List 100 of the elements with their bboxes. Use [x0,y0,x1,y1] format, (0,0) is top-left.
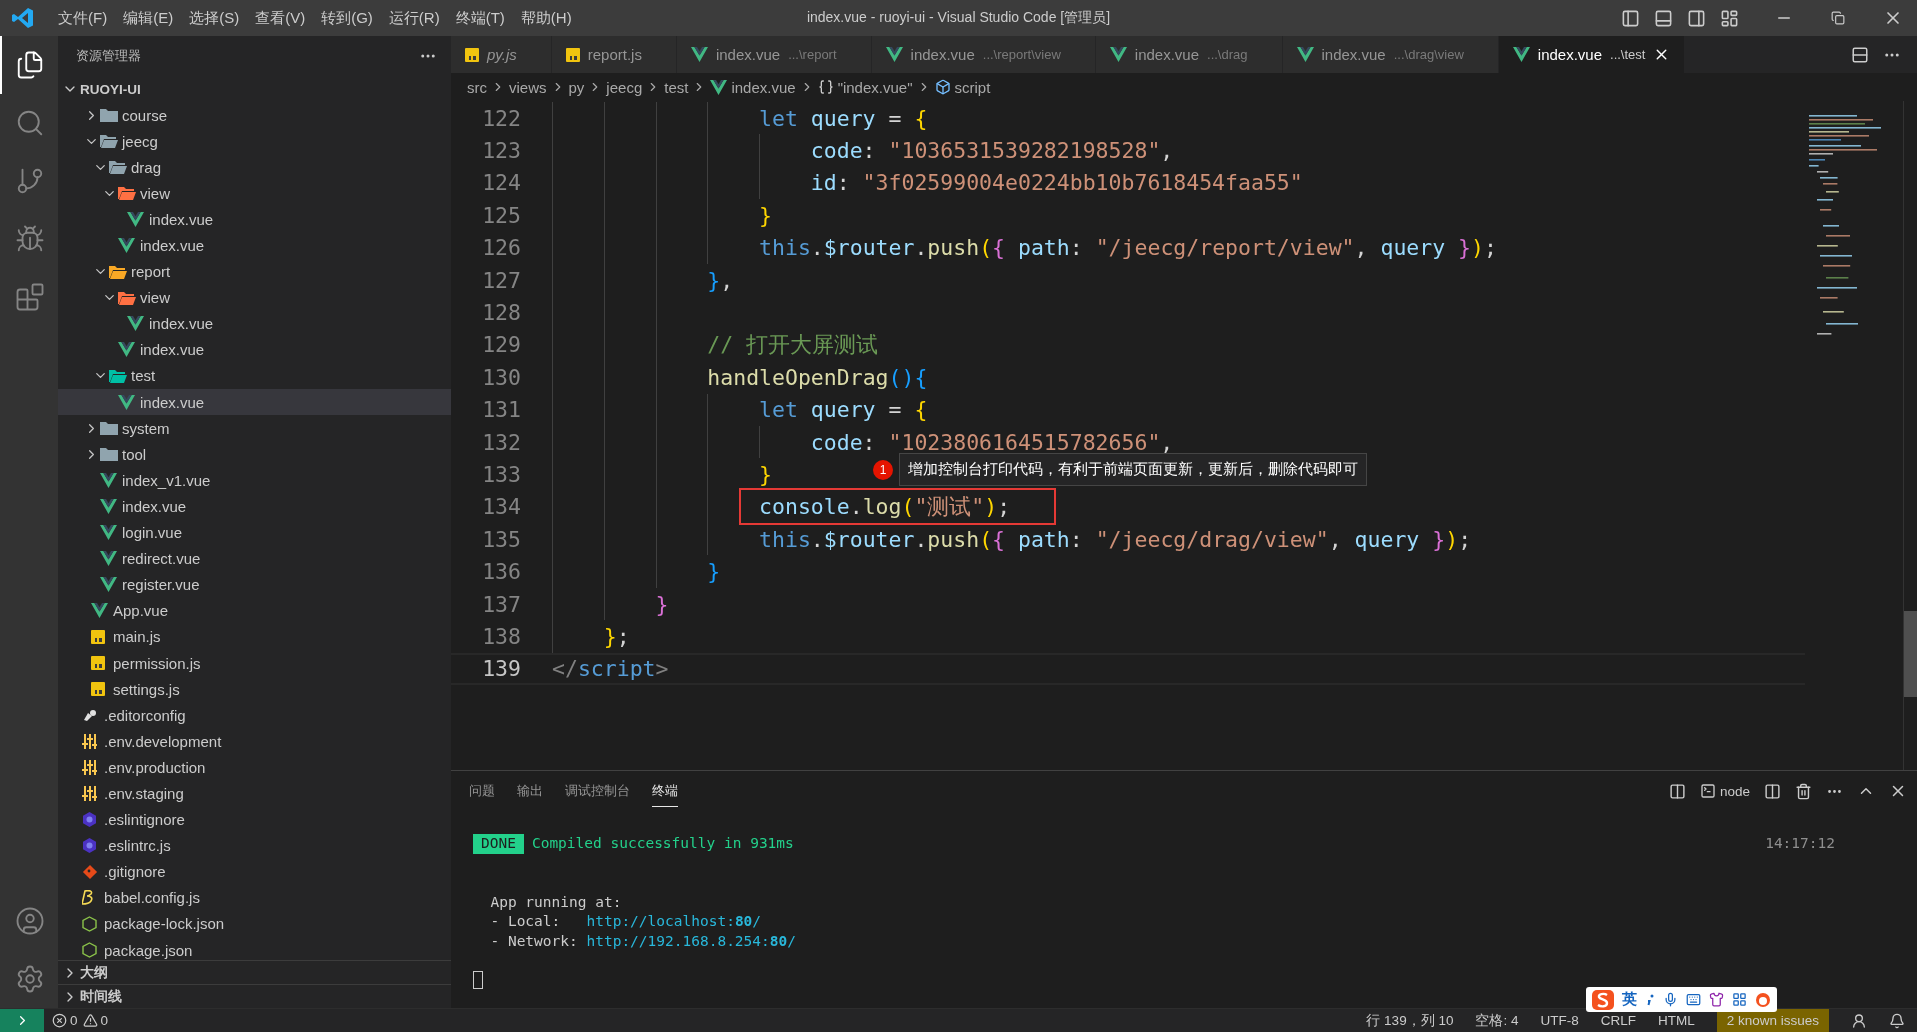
grid-icon[interactable] [1732,992,1747,1007]
breadcrumb-item[interactable]: src [467,78,487,96]
tree-item[interactable]: index_v1.vue [58,467,451,494]
menu-item[interactable]: 文件(F) [50,8,116,28]
panel-tab[interactable]: 输出 [517,775,543,807]
tree-item[interactable]: App.vue [58,597,451,624]
tree-item[interactable]: index.vue [58,336,451,363]
issues-button[interactable]: 2 known issues [1716,1009,1829,1032]
tree-item[interactable]: view [58,284,451,311]
vue-file-icon [690,47,708,62]
split-terminal-icon[interactable] [1764,782,1781,800]
tree-item[interactable]: babel.config.js [58,884,451,911]
section-title[interactable]: RUOYI-UI [80,81,141,97]
warning-icon [82,1013,98,1028]
line-number: 137 [481,591,521,617]
status-item[interactable]: HTML [1657,1013,1695,1028]
terminal-link[interactable]: http://localhost:80/ [586,912,762,932]
tree-item[interactable]: report [58,258,451,285]
tree-item[interactable]: redirect.vue [58,545,451,572]
tree-item[interactable]: main.js [58,623,451,650]
panel-tab[interactable]: 问题 [469,775,495,807]
tree-item[interactable]: index.vue [58,493,451,520]
panel-tab[interactable]: 调试控制台 [565,775,630,807]
menu-item[interactable]: 终端(T) [447,8,513,28]
terminal-name[interactable]: node [1719,783,1750,799]
menu-item[interactable]: 帮助(H) [512,8,580,28]
menu-item[interactable]: 查看(V) [247,8,314,28]
microphone-icon[interactable] [1663,992,1678,1007]
tree-item[interactable]: .env.development [58,728,451,755]
shirt-icon[interactable] [1709,992,1724,1007]
breadcrumb-item[interactable]: script [954,78,991,96]
toggle-panel-icon[interactable] [1654,8,1673,28]
toggle-sidebar-icon[interactable] [1621,8,1640,28]
bell-icon[interactable] [1889,1012,1905,1029]
status-item[interactable]: UTF-8 [1540,1013,1579,1028]
editor-tab[interactable]: index.vue ...\test [1498,36,1686,73]
breadcrumb-item[interactable]: "index.vue" [837,78,913,96]
tree-item[interactable]: login.vue [58,519,451,546]
split-editor-icon[interactable] [1851,45,1869,64]
tree-item[interactable]: index.vue [58,310,451,337]
tree-item[interactable]: package.json [58,937,451,960]
error-count[interactable]: 0 [70,1013,78,1028]
terminal-link[interactable]: http://192.168.8.254:80/ [586,931,796,951]
tree-item[interactable]: register.vue [58,571,451,598]
status-item[interactable]: 行 139，列 10 [1366,1011,1454,1030]
restore-icon[interactable] [1831,11,1845,25]
tree-item-label: system [122,419,170,437]
breadcrumb-item[interactable]: jeecg [606,78,643,96]
panel-tab[interactable]: 终端 [652,775,678,807]
tree-item[interactable]: course [58,102,451,129]
tree-item[interactable]: jeecg [58,128,451,155]
account-icon[interactable] [1851,1012,1867,1029]
menu-item[interactable]: 转到(G) [313,8,381,28]
tree-item[interactable]: index.vue [58,232,451,259]
tree-item[interactable]: .eslintignore [58,806,451,833]
breadcrumb-item[interactable]: views [509,78,547,96]
punctuation-icon[interactable] [1645,993,1655,1006]
tree-item[interactable]: index.vue [58,206,451,233]
tree-item[interactable]: .env.staging [58,780,451,807]
remote-button[interactable] [0,1008,44,1032]
keyboard-icon[interactable] [1686,992,1701,1007]
tree-item[interactable]: .env.production [58,754,451,781]
tree-item[interactable]: .eslintrc.js [58,832,451,859]
section-title[interactable]: 时间线 [80,987,122,1006]
tree-item[interactable]: permission.js [58,649,451,677]
tree-item[interactable]: index.vue [58,389,451,416]
editor-tab[interactable]: index.vue ...\report [676,36,872,73]
tree-item[interactable]: view [58,180,451,207]
breadcrumb-item[interactable]: test [664,78,689,96]
menu-item[interactable]: 运行(R) [380,8,448,28]
tree-item[interactable]: .gitignore [58,858,451,885]
input-mode[interactable]: 英 [1622,990,1637,1009]
status-item[interactable]: 空格: 4 [1475,1011,1519,1030]
editor-tab[interactable]: report.js [551,36,677,73]
menu-item[interactable]: 编辑(E) [115,8,182,28]
trash-icon[interactable] [1795,782,1812,800]
tree-item[interactable]: tool [58,441,451,468]
tree-item[interactable]: package-lock.json [58,910,451,937]
cube-icon [934,79,951,95]
scrollbar-thumb[interactable] [1904,611,1917,697]
layout-icon[interactable] [1720,8,1739,28]
tree-item[interactable]: drag [58,154,451,181]
menu-item[interactable]: 选择(S) [181,8,248,28]
tab-path: ...\drag [1207,47,1248,62]
warning-count[interactable]: 0 [100,1013,109,1028]
toggle-secondary-sidebar-icon[interactable] [1687,8,1706,28]
tree-item[interactable]: .editorconfig [58,702,451,729]
section-title[interactable]: 大纲 [80,963,108,982]
editor-tab[interactable]: index.vue ...\drag [1095,36,1283,73]
editor-tab[interactable]: index.vue ...\drag\view [1282,36,1499,73]
breadcrumb-item[interactable]: index.vue [731,78,796,96]
tree-item[interactable]: settings.js [58,676,451,703]
breadcrumb-item[interactable]: py [568,78,585,96]
tree-item[interactable]: test [58,362,451,390]
layout-icon[interactable] [1668,782,1686,800]
editor-tab[interactable]: py.js [451,36,552,73]
status-item[interactable]: CRLF [1600,1013,1636,1028]
tree-item[interactable]: system [58,415,451,442]
editor-tab[interactable]: index.vue ...\report\view [871,36,1096,73]
line-number: 127 [481,267,521,293]
